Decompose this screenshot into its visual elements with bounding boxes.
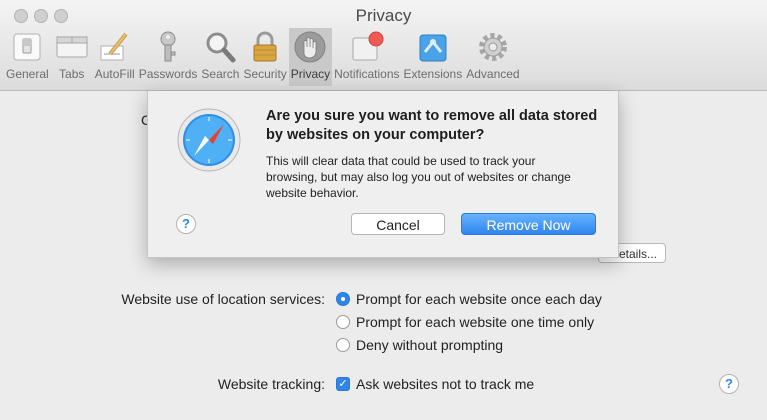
tab-advanced-label: Advanced	[466, 67, 520, 81]
tab-search[interactable]: Search	[199, 28, 241, 86]
help-button[interactable]: ?	[719, 374, 739, 394]
preferences-window: Privacy General Tabs AutoFill Passwords …	[0, 0, 767, 420]
tab-tabs-label: Tabs	[59, 67, 85, 81]
tab-notifications-label: Notifications	[334, 67, 400, 81]
sheet-help-button[interactable]: ?	[176, 214, 196, 234]
do-not-track-checkbox[interactable]: ✓	[336, 377, 350, 391]
preferences-toolbar: General Tabs AutoFill Passwords Search S…	[4, 28, 522, 88]
sheet-message: This will clear data that could be used …	[266, 154, 571, 200]
tab-advanced[interactable]: Advanced	[464, 28, 521, 86]
magnifier-icon	[201, 28, 239, 66]
sheet-heading: Are you sure you want to remove all data…	[266, 108, 598, 143]
safari-compass-icon	[176, 107, 242, 178]
tab-general-label: General	[6, 67, 49, 81]
lock-icon	[246, 28, 284, 66]
window-title: Privacy	[355, 6, 412, 25]
tabs-icon	[53, 28, 91, 66]
cancel-button[interactable]: Cancel	[351, 213, 445, 235]
tab-tabs[interactable]: Tabs	[51, 28, 93, 86]
gear-icon	[474, 28, 512, 66]
radio-deny-without-prompting[interactable]	[336, 338, 350, 352]
tab-autofill-label: AutoFill	[94, 67, 135, 81]
tab-security-label: Security	[243, 67, 287, 81]
tab-privacy-label: Privacy	[290, 67, 331, 81]
tab-extensions[interactable]: Extensions	[402, 28, 465, 86]
radio-once-each-day[interactable]	[336, 292, 350, 306]
switch-icon	[8, 28, 46, 66]
radio-deny-without-prompting-label: Deny without prompting	[356, 337, 504, 353]
remove-data-sheet: Are you sure you want to remove all data…	[147, 91, 619, 258]
puzzle-icon	[414, 28, 452, 66]
tab-security[interactable]: Security	[241, 28, 288, 86]
pencil-icon	[96, 28, 134, 66]
tab-general[interactable]: General	[4, 28, 51, 86]
remove-now-button[interactable]: Remove Now	[461, 213, 596, 235]
website-tracking-label: Website tracking:	[217, 376, 325, 392]
do-not-track-label: Ask websites not to track me	[356, 376, 535, 392]
tab-passwords-label: Passwords	[138, 67, 198, 81]
tab-search-label: Search	[201, 67, 240, 81]
tab-passwords[interactable]: Passwords	[137, 28, 200, 86]
tab-notifications[interactable]: Notifications	[332, 28, 401, 86]
radio-one-time-only[interactable]	[336, 315, 350, 329]
radio-once-each-day-label: Prompt for each website once each day	[356, 291, 602, 307]
hand-icon	[291, 28, 329, 66]
notifications-icon	[348, 28, 386, 66]
radio-one-time-only-label: Prompt for each website one time only	[356, 314, 595, 330]
title-bar: Privacy General Tabs AutoFill Passwords …	[0, 0, 767, 91]
key-icon	[149, 28, 187, 66]
tab-autofill[interactable]: AutoFill	[93, 28, 137, 86]
location-services-label: Website use of location services:	[121, 291, 325, 307]
tab-privacy[interactable]: Privacy	[288, 28, 333, 86]
tab-extensions-label: Extensions	[403, 67, 463, 81]
